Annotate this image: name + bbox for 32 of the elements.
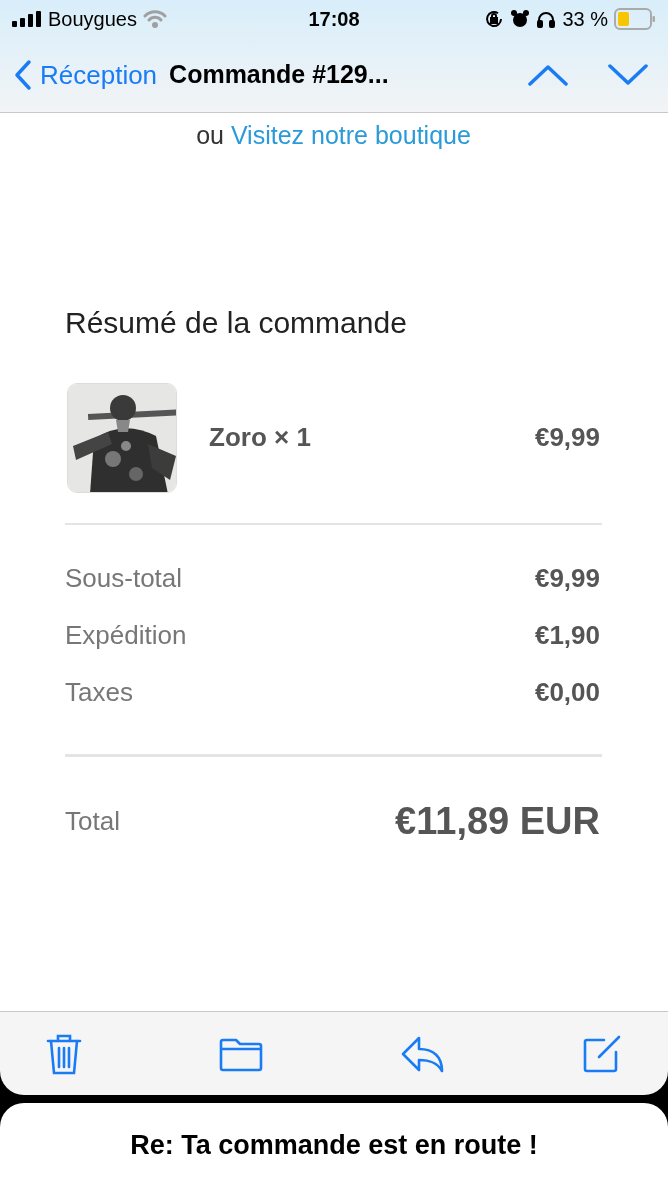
summary-value: €9,99: [534, 562, 600, 594]
back-button[interactable]: Réception: [14, 55, 158, 95]
trash-icon[interactable]: [46, 1032, 82, 1075]
summary-value: €1,90: [534, 619, 600, 651]
signal-icon: [12, 11, 42, 27]
alarm-icon: [510, 9, 531, 29]
clock-time: 17:08: [307, 7, 361, 32]
total-label: Total: [65, 804, 120, 838]
battery-percentage: 33 %: [562, 7, 608, 32]
summary-label: Taxes: [65, 676, 133, 708]
total-value: €11,89 EUR: [395, 798, 600, 844]
chevron-left-icon: [14, 59, 32, 91]
message-card[interactable]: Re: Ta commande est en route !: [0, 1103, 668, 1188]
section-heading: Résumé de la commande: [65, 304, 408, 341]
product-price: €9,99: [534, 421, 600, 454]
message-subject: Re: Ta commande est en route !: [130, 1129, 538, 1163]
shop-link[interactable]: Visitez notre boutique: [230, 121, 471, 149]
carrier-name: Bouygues: [48, 7, 137, 32]
wifi-icon: [142, 10, 167, 28]
chevron-down-icon[interactable]: [608, 64, 648, 86]
summary-label: Expédition: [65, 619, 187, 651]
compose-icon[interactable]: [582, 1033, 622, 1074]
summary-label: Sous-total: [65, 562, 183, 594]
headphones-icon: [536, 9, 557, 29]
battery-icon: [614, 8, 656, 30]
reply-icon[interactable]: [400, 1034, 445, 1073]
summary-value: €0,00: [534, 676, 600, 708]
chevron-up-icon[interactable]: [528, 64, 568, 86]
intro-text: ou Visitez notre boutique: [195, 120, 472, 151]
rotation-lock-icon: [484, 9, 505, 29]
product-name: Zoro × 1: [209, 421, 311, 454]
message-title: Commande #129...: [169, 59, 389, 91]
